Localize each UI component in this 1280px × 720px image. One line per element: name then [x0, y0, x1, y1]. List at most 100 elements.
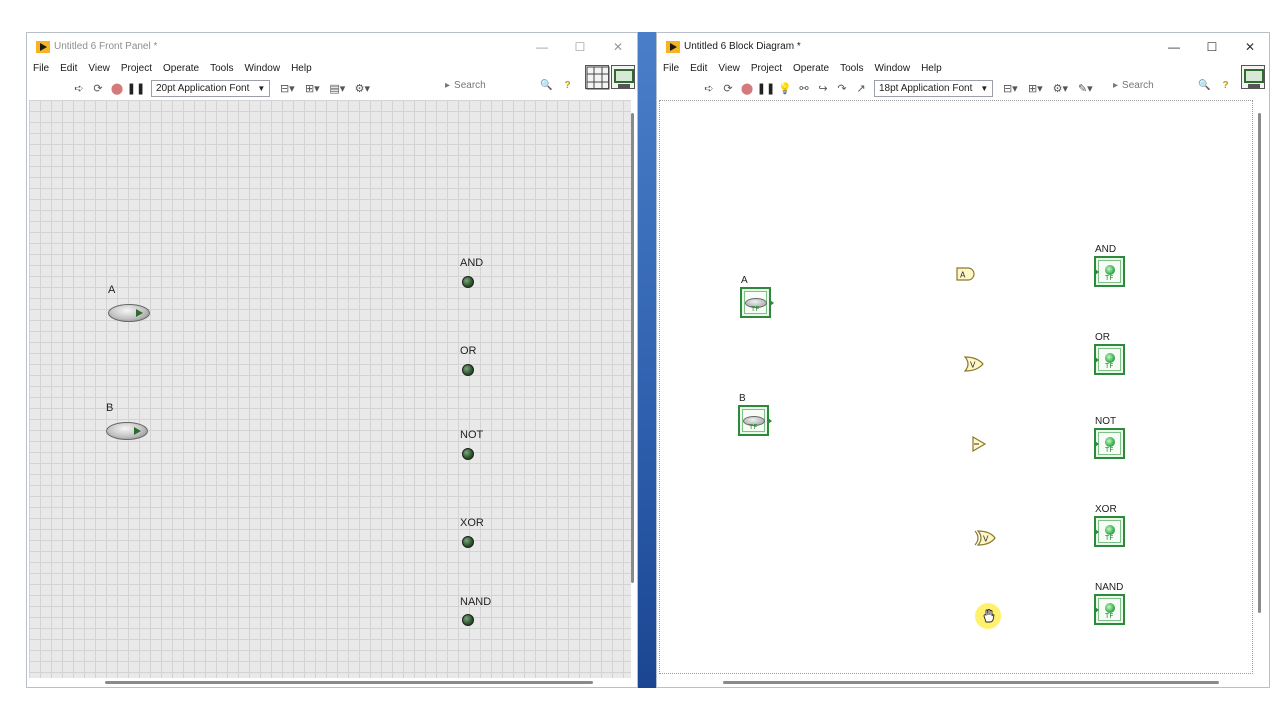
toolbar: ➪ ⟳ ⬤ ❚❚ 💡 ⚯ ↪ ↷ ↗ 18pt Application Font…: [657, 77, 1269, 99]
highlight-execution-icon[interactable]: 💡: [777, 80, 793, 96]
menu-tools[interactable]: Tools: [840, 63, 863, 74]
distribute-objects-icon[interactable]: ⊞▾: [1024, 80, 1046, 96]
pause-icon[interactable]: ❚❚: [127, 80, 145, 96]
search-input[interactable]: Search: [1122, 80, 1202, 91]
indicator-xor-label: XOR: [460, 517, 484, 529]
font-selector[interactable]: 20pt Application Font ▼: [151, 79, 271, 97]
menu-view[interactable]: View: [88, 63, 110, 74]
menu-file[interactable]: File: [663, 63, 679, 74]
terminal-and-indicator[interactable]: TF: [1094, 256, 1125, 287]
run-arrow-icon[interactable]: ➪: [701, 80, 717, 96]
retain-wire-values-icon[interactable]: ⚯: [796, 80, 812, 96]
and-gate-icon[interactable]: A: [955, 267, 977, 281]
indicator-or-led: [462, 364, 474, 376]
svg-text:V: V: [983, 535, 989, 544]
resize-objects-icon[interactable]: ▤▾: [326, 80, 348, 96]
menu-help[interactable]: Help: [921, 63, 942, 74]
chevron-down-icon: ▼: [980, 83, 989, 93]
menu-edit[interactable]: Edit: [60, 63, 77, 74]
terminal-xor-indicator[interactable]: TF: [1094, 516, 1125, 547]
menu-project[interactable]: Project: [121, 63, 152, 74]
menu-project[interactable]: Project: [751, 63, 782, 74]
run-arrow-icon[interactable]: ➪: [71, 80, 87, 96]
font-selector-value: 18pt Application Font: [879, 82, 973, 94]
menu-bar: File Edit View Project Operate Tools Win…: [657, 60, 1269, 77]
menu-file[interactable]: File: [33, 63, 49, 74]
terminal-not-indicator[interactable]: TF: [1094, 428, 1125, 459]
help-icon[interactable]: ?: [1222, 80, 1228, 91]
control-b-switch[interactable]: [106, 422, 148, 440]
terminal-nand-indicator[interactable]: TF: [1094, 594, 1125, 625]
not-gate-icon[interactable]: [970, 436, 988, 452]
terminal-and-label: AND: [1095, 244, 1117, 255]
abort-icon[interactable]: ⬤: [739, 80, 755, 96]
pause-icon[interactable]: ❚❚: [757, 80, 775, 96]
step-over-icon[interactable]: ↷: [834, 80, 850, 96]
terminal-a-control[interactable]: TF: [740, 287, 774, 318]
block-diagram-window: Untitled 6 Block Diagram * — ☐ ✕ File Ed…: [656, 32, 1270, 688]
distribute-objects-icon[interactable]: ⊞▾: [301, 80, 323, 96]
step-out-icon[interactable]: ↗: [853, 80, 869, 96]
menu-help[interactable]: Help: [291, 63, 312, 74]
svg-text:A: A: [960, 271, 966, 280]
minimize-button[interactable]: —: [1155, 33, 1193, 60]
terminal-not-label: NOT: [1095, 416, 1117, 427]
xor-gate-icon[interactable]: V: [974, 530, 996, 546]
labview-app-icon: [36, 40, 50, 53]
or-gate-icon[interactable]: V: [963, 356, 985, 372]
indicator-or-label: OR: [460, 345, 477, 357]
block-diagram-titlebar[interactable]: Untitled 6 Block Diagram * — ☐ ✕: [657, 33, 1269, 60]
terminal-b-control[interactable]: TF: [738, 405, 772, 436]
align-objects-icon[interactable]: ⊟▾: [276, 80, 298, 96]
maximize-button[interactable]: ☐: [1193, 33, 1231, 60]
search-input[interactable]: Search: [454, 80, 534, 91]
control-a-label: A: [108, 284, 116, 296]
indicator-xor-led: [462, 536, 474, 548]
minimize-button[interactable]: —: [523, 33, 561, 60]
maximize-button[interactable]: ☐: [561, 33, 599, 60]
search-box[interactable]: ▸ Search 🔍 ?: [1113, 80, 1229, 91]
search-icon[interactable]: 🔍: [1198, 80, 1210, 91]
chevron-down-icon: ▼: [257, 83, 266, 93]
menu-edit[interactable]: Edit: [690, 63, 707, 74]
front-panel-window: Untitled 6 Front Panel * — ☐ ✕ File Edit…: [26, 32, 638, 688]
abort-icon[interactable]: ⬤: [109, 80, 125, 96]
close-button[interactable]: ✕: [599, 33, 637, 60]
front-panel-titlebar[interactable]: Untitled 6 Front Panel * — ☐ ✕: [27, 33, 637, 60]
run-continuously-icon[interactable]: ⟳: [720, 80, 736, 96]
menu-operate[interactable]: Operate: [793, 63, 829, 74]
vi-icon[interactable]: [1241, 65, 1265, 89]
search-icon[interactable]: 🔍: [540, 80, 552, 91]
connector-pane-icon[interactable]: [585, 65, 610, 90]
vertical-scrollbar[interactable]: [1258, 113, 1261, 613]
reorder-icon[interactable]: ⚙▾: [1049, 80, 1071, 96]
run-continuously-icon[interactable]: ⟳: [90, 80, 106, 96]
hand-cursor-icon: [983, 609, 995, 623]
indicator-and-label: AND: [460, 257, 484, 269]
search-box[interactable]: ▸ Search 🔍 ?: [445, 80, 571, 91]
vertical-scrollbar[interactable]: [631, 113, 634, 583]
svg-text:V: V: [970, 361, 976, 370]
block-diagram-canvas[interactable]: [659, 100, 1253, 674]
menu-operate[interactable]: Operate: [163, 63, 199, 74]
cleanup-diagram-icon[interactable]: ✎▾: [1074, 80, 1096, 96]
window-title: Untitled 6 Block Diagram *: [684, 41, 801, 52]
front-panel-canvas[interactable]: [29, 100, 631, 678]
vi-icon[interactable]: [611, 65, 635, 89]
close-button[interactable]: ✕: [1231, 33, 1269, 60]
horizontal-scrollbar[interactable]: [723, 681, 1219, 684]
terminal-nand-label: NAND: [1095, 582, 1124, 593]
help-icon[interactable]: ?: [564, 80, 570, 91]
terminal-xor-label: XOR: [1095, 504, 1117, 515]
horizontal-scrollbar[interactable]: [105, 681, 593, 684]
step-into-icon[interactable]: ↪: [815, 80, 831, 96]
menu-view[interactable]: View: [718, 63, 740, 74]
terminal-or-indicator[interactable]: TF: [1094, 344, 1125, 375]
menu-window[interactable]: Window: [244, 63, 280, 74]
reorder-icon[interactable]: ⚙▾: [351, 80, 373, 96]
font-selector[interactable]: 18pt Application Font ▼: [874, 79, 994, 97]
control-a-switch[interactable]: [108, 304, 150, 322]
align-objects-icon[interactable]: ⊟▾: [999, 80, 1021, 96]
menu-tools[interactable]: Tools: [210, 63, 233, 74]
menu-window[interactable]: Window: [874, 63, 910, 74]
